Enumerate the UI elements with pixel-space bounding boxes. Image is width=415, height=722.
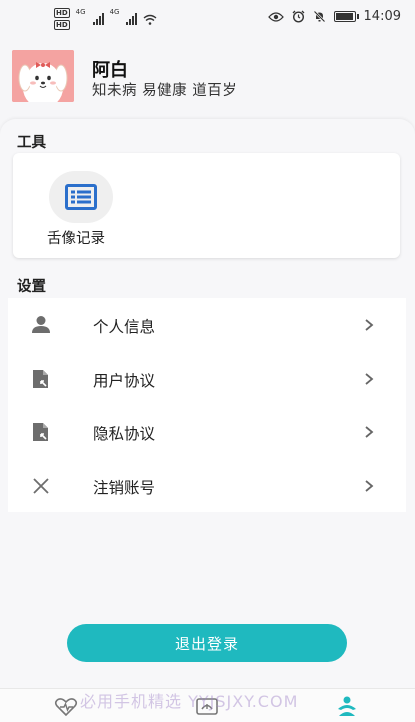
chevron-right-icon: [365, 479, 374, 492]
tool-icon-background: [49, 171, 113, 223]
tab-tongue-icon[interactable]: [193, 695, 221, 719]
status-bar: HD HD 4G 4G 14:09: [0, 0, 415, 36]
user-motto: 知未病 易健康 道百岁: [92, 83, 238, 99]
hd-badge-1: HD: [54, 8, 70, 18]
settings-item-label: 个人信息: [93, 318, 156, 336]
settings-item-personal-info[interactable]: 个人信息: [8, 298, 406, 352]
hd-badge-2: HD: [54, 20, 70, 30]
settings-item-delete-account[interactable]: 注销账号: [8, 459, 406, 513]
chevron-right-icon: [365, 372, 374, 385]
mute-bell-icon: [313, 10, 325, 23]
status-left: HD HD 4G 4G: [54, 8, 157, 30]
list-icon: [65, 184, 97, 210]
settings-list: 个人信息 用户协议 隐私协议 注销账号: [8, 298, 406, 512]
tab-health-icon[interactable]: [52, 695, 80, 719]
bottom-tab-bar: [0, 688, 415, 722]
signal-icon: [92, 13, 104, 25]
network-type-1: 4G: [75, 8, 86, 16]
tools-section-title: 工具: [17, 135, 46, 151]
avatar[interactable]: [12, 50, 74, 102]
tool-tongue-record[interactable]: 舌像记录: [45, 171, 145, 251]
settings-item-privacy-agreement[interactable]: 隐私协议: [8, 405, 406, 459]
settings-item-user-agreement[interactable]: 用户协议: [8, 352, 406, 406]
battery-icon: [333, 11, 359, 22]
signal-icon: [126, 13, 138, 25]
settings-item-label: 用户协议: [93, 371, 156, 390]
logout-button[interactable]: 退出登录: [67, 624, 347, 662]
chevron-right-icon: [365, 319, 374, 331]
document-icon: [33, 369, 48, 388]
alarm-icon: [292, 10, 304, 23]
profile-header: 阿白 知未病 易健康 道百岁: [12, 50, 402, 104]
tools-card: 舌像记录: [13, 153, 400, 258]
person-icon: [32, 316, 50, 333]
wifi-icon: [144, 14, 157, 25]
hd-indicator: HD HD: [54, 8, 70, 30]
tool-label: 舌像记录: [47, 231, 105, 247]
eye-icon: [267, 11, 284, 22]
chevron-right-icon: [365, 426, 374, 438]
settings-item-label: 注销账号: [93, 478, 156, 497]
close-icon: [33, 477, 49, 494]
document-icon: [33, 423, 48, 441]
tab-profile-icon[interactable]: [333, 695, 361, 719]
avatar-image: [12, 50, 74, 102]
settings-item-label: 隐私协议: [93, 425, 156, 443]
settings-section-title: 设置: [17, 279, 46, 295]
clock-time: 14:09: [363, 9, 401, 24]
network-type-2: 4G: [109, 8, 120, 16]
status-right: 14:09: [267, 9, 401, 24]
